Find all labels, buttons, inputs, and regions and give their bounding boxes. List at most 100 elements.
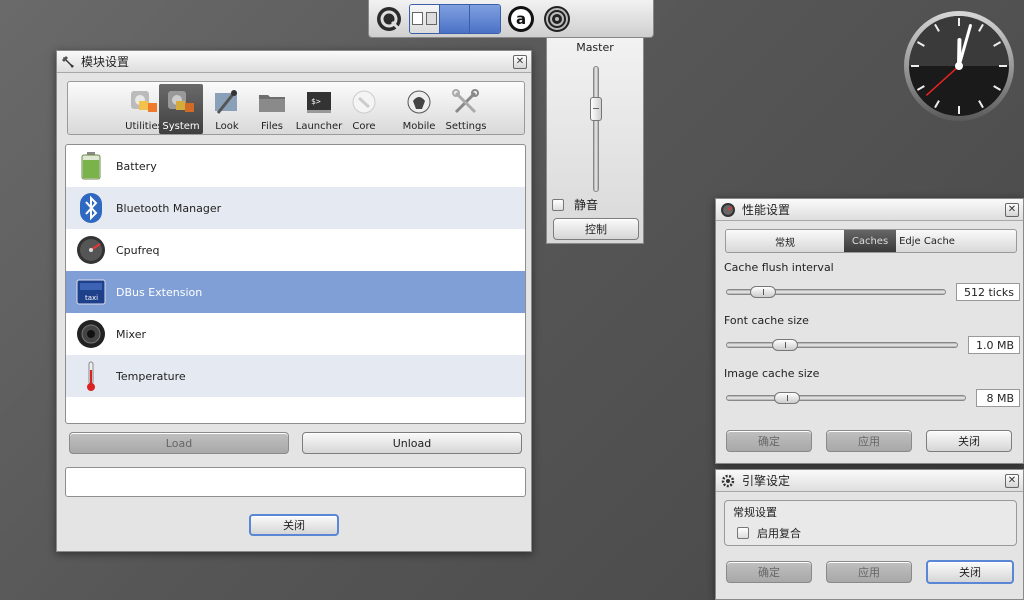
engine-window-title: 引擎设定 [742,474,791,488]
pager-desk-3[interactable] [470,4,500,33]
dbus-icon: taxi [74,275,108,309]
module-name: Cpufreq [116,243,160,257]
shelf: a [368,0,654,38]
thermometer-icon [74,359,108,393]
performance-close-icon[interactable]: ✕ [1005,202,1019,217]
image-cache-value: 8 MB [976,389,1020,407]
category-toolbar: Utilities System Look Files $> Launcher [67,81,525,135]
list-item-cpufreq[interactable]: Cpufreq [66,229,525,271]
engine-close-icon[interactable]: ✕ [1005,473,1019,488]
tab-settings[interactable]: Settings [444,84,488,134]
perf-apply-button-label: 应用 [858,435,880,448]
image-cache-slider-knob[interactable] [774,392,800,404]
module-list[interactable]: Battery Bluetooth Manager Cpufreq taxi D… [65,144,526,424]
module-name: Bluetooth Manager [116,201,222,215]
mute-row[interactable]: 静音 [552,196,598,213]
category-label: Utilities [125,121,163,132]
svg-text:$>: $> [311,97,321,106]
speaker-icon [74,317,108,351]
volume-slider[interactable] [593,66,599,192]
mixer-icon[interactable] [541,3,573,35]
font-cache-slider[interactable] [726,339,958,351]
battery-icon [74,149,108,183]
composite-row[interactable]: 启用复合 [737,525,801,541]
category-label: System [162,121,200,132]
app-a-letter: a [516,10,526,28]
category-label: Launcher [295,121,343,132]
engine-titlebar[interactable]: 引擎设定 ✕ [716,470,1023,492]
tab-files[interactable]: Files [250,84,294,134]
general-settings-group: 常规设置 启用复合 [724,500,1017,546]
unload-button-label: Unload [392,436,432,450]
tab-launcher[interactable]: $> Launcher [295,84,343,134]
perf-apply-button[interactable]: 应用 [826,430,912,452]
tab-look[interactable]: Look [205,84,249,134]
tab-mobile[interactable]: Mobile [397,84,441,134]
mixer-channel-title: Master [576,41,614,54]
tab-edje-cache[interactable]: Edje Cache [896,230,958,252]
engine-ok-button[interactable]: 确定 [726,561,812,583]
list-item-dbus-extension[interactable]: taxi DBus Extension [66,271,525,313]
mixer-control-button-label: 控制 [585,223,607,236]
mute-label: 静音 [574,198,599,212]
category-label: Core [352,121,376,132]
load-button[interactable]: Load [69,432,289,454]
list-item-mixer[interactable]: Mixer [66,313,525,355]
tab-label: Caches [851,235,889,247]
tab-system[interactable]: System [159,84,203,134]
engine-window: 引擎设定 ✕ 常规设置 启用复合 确定 应用 关闭 [715,469,1024,600]
pager-window-icon [426,12,437,25]
performance-window-title: 性能设置 [742,203,791,217]
cache-flush-value: 512 ticks [956,283,1020,301]
tab-core[interactable]: Core [342,84,386,134]
cache-flush-slider[interactable] [726,286,946,298]
list-item-temperature[interactable]: Temperature [66,355,525,397]
modules-window-title: 模块设置 [81,55,130,69]
font-cache-slider-knob[interactable] [772,339,798,351]
image-cache-slider[interactable] [726,392,966,404]
performance-window: 性能设置 ✕ 常规 Caches Edje Cache Cache flush … [715,198,1024,464]
app-a-icon[interactable]: a [505,3,537,35]
performance-titlebar[interactable]: 性能设置 ✕ [716,199,1023,221]
perf-close-button[interactable]: 关闭 [926,430,1012,452]
mobile-icon [404,87,434,117]
mute-checkbox[interactable] [552,198,564,211]
pager[interactable] [409,3,501,34]
clock-gadget[interactable] [903,10,1015,122]
list-item-battery[interactable]: Battery [66,145,525,187]
tab-general[interactable]: 常规 [726,230,844,252]
tab-caches[interactable]: Caches [844,230,896,252]
group-label: 常规设置 [733,506,777,519]
font-cache-value: 1.0 MB [968,336,1020,354]
engine-apply-button-label: 应用 [858,566,880,579]
category-label: Look [215,121,239,132]
pager-desk-2[interactable] [440,4,470,33]
start-icon[interactable] [373,3,405,35]
modules-close-button[interactable]: 关闭 [249,514,339,536]
engine-apply-button[interactable]: 应用 [826,561,912,583]
perf-ok-button-label: 确定 [758,435,780,448]
modules-titlebar[interactable]: 模块设置 ✕ [57,51,531,73]
perf-ok-button[interactable]: 确定 [726,430,812,452]
core-icon [349,87,379,117]
mixer-control-button[interactable]: 控制 [553,218,639,240]
composite-label: 启用复合 [757,527,801,540]
pager-window-icon [412,12,423,25]
unload-button[interactable]: Unload [302,432,522,454]
engine-close-button-label: 关闭 [959,566,981,579]
module-name: Battery [116,159,157,173]
engine-gear-icon [721,474,735,487]
volume-slider-knob[interactable] [590,97,602,121]
list-item-bluetooth-manager[interactable]: Bluetooth Manager [66,187,525,229]
composite-checkbox[interactable] [737,527,749,539]
mixer-popup: Master 静音 控制 [546,38,644,244]
cache-flush-slider-knob[interactable] [750,286,776,298]
modules-window: 模块设置 ✕ Utilities System Look Files $> La… [56,50,532,552]
pager-desk-1[interactable] [410,4,440,33]
engine-close-button[interactable]: 关闭 [926,560,1014,584]
modules-close-icon[interactable]: ✕ [513,54,527,69]
performance-gauge-icon [721,202,735,217]
modules-close-button-label: 关闭 [283,519,305,532]
perf-close-button-label: 关闭 [958,435,980,448]
tab-label: 常规 [775,237,795,249]
